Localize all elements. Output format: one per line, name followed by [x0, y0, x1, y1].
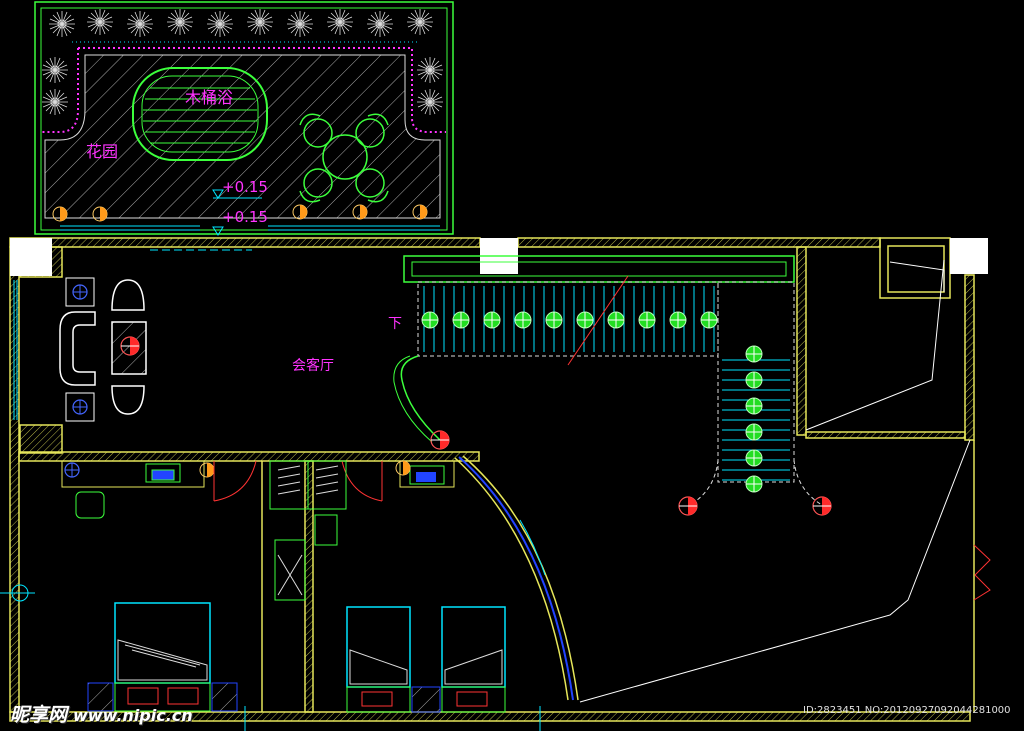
staircase: [393, 255, 832, 516]
step-light-icon: [669, 311, 687, 329]
living-room-label: 会客厅: [292, 357, 334, 374]
step-light-icon: [745, 397, 763, 415]
living-room-furniture: [59, 277, 147, 422]
step-light-icon: [514, 311, 532, 329]
curved-glass-wall: [454, 455, 579, 701]
garden-terrace: 木桶浴 花园 +0.15 +0.15: [34, 1, 454, 251]
step-light-icon: [745, 423, 763, 441]
stair-down-label: 下: [388, 316, 402, 332]
floor-plan-drawing: 木桶浴 花园 +0.15 +0.15 会客厅 下: [0, 1, 991, 731]
level-mark-1: +0.15: [222, 178, 268, 196]
doors: [213, 460, 383, 502]
step-light-icon: [483, 311, 501, 329]
watermark: 昵享网 www.nipic.cn: [10, 700, 193, 727]
step-light-icon: [638, 311, 656, 329]
step-light-icon: [421, 311, 439, 329]
step-light-icon: [545, 311, 563, 329]
tub-label: 木桶浴: [185, 88, 233, 107]
step-light-icon: [452, 311, 470, 329]
image-id: ID:2823451 NO:20120927092044281000: [803, 705, 1011, 716]
watermark-brand: 昵享网: [10, 704, 68, 726]
step-light-icon: [576, 311, 594, 329]
garden-label: 花园: [86, 142, 118, 161]
level-mark-2: +0.15: [222, 208, 268, 226]
step-light-icon: [745, 371, 763, 389]
watermark-url: www.nipic.cn: [73, 706, 193, 725]
step-light-icon: [745, 475, 763, 493]
bedroom-1: [87, 602, 238, 712]
step-light-icon: [745, 345, 763, 363]
step-light-icon: [700, 311, 718, 329]
corridor-console: [61, 460, 455, 519]
step-light-icon: [745, 449, 763, 467]
step-light-icon: [607, 311, 625, 329]
bedroom-2: [346, 606, 506, 713]
